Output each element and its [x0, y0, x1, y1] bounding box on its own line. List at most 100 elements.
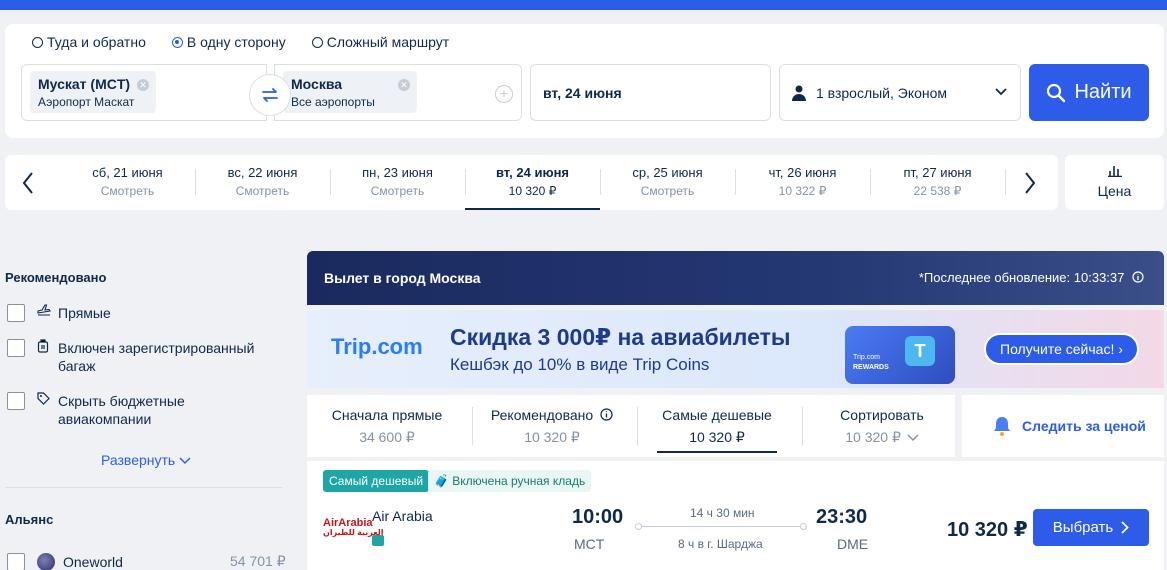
- luggage-icon: [37, 339, 51, 375]
- filter-checked-baggage[interactable]: Включен зарегистрированный багаж: [7, 339, 258, 375]
- date-price: Смотреть: [235, 184, 290, 198]
- sort-price: 10 320 ₽: [689, 429, 745, 445]
- trip-logo: Trip.com: [331, 334, 423, 359]
- date-label: вт, 24 июня: [495, 165, 570, 180]
- sort-label: Рекомендовано: [490, 407, 594, 423]
- route-end-dot: [800, 523, 807, 530]
- recommended-heading: Рекомендовано: [5, 270, 107, 285]
- destination-subtitle: Все аэропорты: [291, 95, 375, 109]
- promo-cta-button[interactable]: Получите сейчас! ›: [984, 333, 1139, 365]
- trip-type-roundtrip[interactable]: Туда и обратно: [32, 34, 146, 50]
- destination-field[interactable]: Москва Все аэропорты ✕ +: [274, 64, 522, 121]
- passengers-field[interactable]: 1 взрослый, Эконом: [779, 64, 1021, 121]
- expand-filters-link[interactable]: Развернуть: [101, 452, 191, 468]
- sort-label: Сначала прямые: [331, 407, 443, 423]
- top-accent-bar: [0, 0, 1167, 10]
- chevron-left-icon[interactable]: [21, 171, 35, 195]
- chevron-right-icon: [1121, 521, 1129, 534]
- sort-cheapest[interactable]: Самые дешевые 10 320 ₽: [637, 395, 797, 457]
- origin-field[interactable]: Мускат (MCT) Аэропорт Маскат ✕: [21, 64, 267, 121]
- info-icon[interactable]: [1132, 271, 1144, 283]
- date-option[interactable]: ср, 25 июня Смотреть: [600, 155, 735, 210]
- search-button-label: Найти: [1074, 81, 1132, 103]
- chevron-right-icon[interactable]: [1023, 171, 1037, 195]
- expand-label: Развернуть: [101, 452, 176, 468]
- route-line: [637, 526, 805, 527]
- clear-origin-icon[interactable]: ✕: [137, 79, 149, 91]
- swap-icon: [262, 88, 278, 102]
- date-option[interactable]: сб, 21 июня Смотреть: [60, 155, 195, 210]
- rewards-card-label: REWARDS: [853, 364, 889, 371]
- carry-on-badge: 🧳 Включена ручная кладь: [428, 470, 592, 492]
- date-option[interactable]: вс, 22 июня Смотреть: [195, 155, 330, 210]
- date-label: чт, 26 июня: [768, 165, 837, 180]
- date-label: сб, 21 июня: [92, 165, 163, 180]
- passengers-value: 1 взрослый, Эконом: [816, 84, 948, 101]
- departure-airport: MCT: [574, 536, 605, 552]
- person-icon: [792, 85, 806, 101]
- trip-type-label: Сложный маршрут: [326, 34, 450, 50]
- origin-title: Мускат (MCT): [38, 76, 131, 92]
- date-price: Смотреть: [640, 184, 695, 198]
- sort-dropdown[interactable]: Сортировать 10 320 ₽: [802, 395, 962, 457]
- checkbox[interactable]: [7, 392, 25, 410]
- swap-button[interactable]: [249, 74, 291, 116]
- radio-selected-icon: [171, 36, 183, 48]
- sort-direct-first[interactable]: Сначала прямые 34 600 ₽: [307, 395, 467, 457]
- promo-subline: Кешбэк до 10% в виде Trip Coins: [450, 355, 710, 374]
- arrival-time: 23:30: [816, 506, 868, 528]
- origin-chip: Мускат (MCT) Аэропорт Маскат ✕: [30, 71, 156, 113]
- filter-alliance-oneworld[interactable]: Oneworld: [7, 553, 263, 570]
- trip-type-group: Туда и обратно В одну сторону Сложный ма…: [32, 34, 475, 50]
- promo-headline: Скидка 3 000₽ на авиабилеты: [450, 324, 791, 350]
- search-icon: [1047, 83, 1066, 102]
- filter-label: Прямые: [58, 305, 111, 321]
- flight-card[interactable]: Самый дешевый 🧳 Включена ручная кладь Ai…: [307, 461, 1164, 570]
- departure-time: 10:00: [572, 506, 624, 528]
- sort-price: 10 320 ₽: [524, 429, 580, 445]
- date-option[interactable]: чт, 26 июня 10 322 ₽: [735, 155, 870, 210]
- date-option-selected[interactable]: вт, 24 июня 10 320 ₽: [465, 155, 600, 210]
- sort-recommended[interactable]: Рекомендовано 10 320 ₽: [472, 395, 632, 457]
- trip-type-multicity[interactable]: Сложный маршрут: [311, 34, 450, 50]
- chevron-right-icon: ›: [1118, 341, 1123, 357]
- date-label: ср, 25 июня: [632, 165, 703, 180]
- stopover-info[interactable]: 8 ч в г. Шарджа: [678, 537, 763, 551]
- carry-on-icon: 🧳: [434, 474, 453, 488]
- sort-label: Самые дешевые: [662, 407, 772, 423]
- flight-duration: 14 ч 30 мин: [690, 506, 755, 520]
- trip-type-label: В одну сторону: [186, 34, 286, 50]
- date-price: 10 322 ₽: [778, 184, 827, 198]
- radio-icon: [32, 36, 43, 48]
- date-field[interactable]: вт, 24 июня: [530, 64, 771, 121]
- promo-cta-label: Получите сейчас!: [1000, 341, 1115, 357]
- info-icon[interactable]: [600, 408, 613, 421]
- sort-price: 34 600 ₽: [359, 429, 415, 445]
- chevron-down-icon: [995, 88, 1007, 96]
- date-option[interactable]: пт, 27 июня 22 538 ₽: [870, 155, 1005, 210]
- divider: [1005, 169, 1006, 195]
- select-flight-button[interactable]: Выбрать: [1033, 509, 1149, 546]
- promo-banner[interactable]: Trip.com Скидка 3 000₽ на авиабилеты Кеш…: [307, 310, 1164, 388]
- price-chart-toggle[interactable]: Цена: [1065, 155, 1164, 210]
- date-value: вт, 24 июня: [543, 85, 622, 101]
- trip-type-oneway[interactable]: В одну сторону: [171, 34, 286, 50]
- add-destination-icon[interactable]: +: [495, 85, 513, 103]
- date-option[interactable]: пн, 23 июня Смотреть: [330, 155, 465, 210]
- filter-hide-budget[interactable]: Скрыть бюджетные авиакомпании: [7, 392, 258, 428]
- carry-on-label: Включена ручная кладь: [452, 474, 586, 488]
- results-title: Вылет в город Москва: [324, 270, 481, 286]
- rewards-card-image: Trip.com REWARDS: [845, 326, 955, 384]
- filter-direct[interactable]: Прямые: [7, 304, 258, 322]
- plane-icon: [37, 304, 51, 322]
- date-price: 22 538 ₽: [913, 184, 962, 198]
- search-button[interactable]: Найти: [1029, 64, 1149, 121]
- track-price-button[interactable]: Следить за ценой: [962, 395, 1164, 457]
- checkbox[interactable]: [7, 339, 25, 357]
- destination-title: Москва: [291, 76, 343, 92]
- checkbox[interactable]: [7, 553, 25, 570]
- checkbox[interactable]: [7, 304, 25, 322]
- route-start-dot: [635, 523, 642, 530]
- trip-type-label: Туда и обратно: [47, 34, 146, 50]
- clear-destination-icon[interactable]: ✕: [398, 79, 410, 91]
